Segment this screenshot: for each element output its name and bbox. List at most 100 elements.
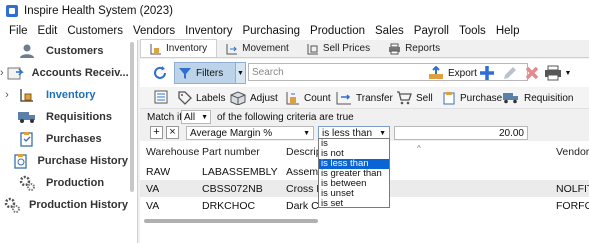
- menu-customers[interactable]: Customers: [62, 25, 128, 37]
- menu-inventory[interactable]: Inventory: [180, 25, 237, 37]
- match-if-label: Match if: [147, 111, 183, 123]
- cell-vendor: FORFOO: [556, 199, 589, 212]
- tab-reports[interactable]: Reports: [379, 40, 449, 57]
- transfer-button[interactable]: Transfer: [336, 89, 393, 107]
- sidebar-item-purchases[interactable]: Purchases: [0, 128, 128, 150]
- window-title: Inspire Health System (2023): [24, 5, 173, 17]
- match-bar: Match if All ▼ of the following criteria…: [140, 109, 589, 125]
- cell-warehouse: VA: [146, 182, 160, 195]
- menu-production[interactable]: Production: [305, 25, 370, 37]
- column-header-vendor[interactable]: Vendor: [556, 141, 589, 163]
- menu-bar: File Edit Customers Vendors Inventory Pu…: [0, 22, 589, 40]
- action-label: Sell: [416, 92, 433, 104]
- tab-label: Inventory: [166, 43, 208, 54]
- sidebar-item-customers[interactable]: Customers: [0, 40, 128, 62]
- add-icon[interactable]: [477, 63, 497, 83]
- edit-pencil-icon[interactable]: [500, 63, 520, 83]
- remove-criteria-button[interactable]: ×: [166, 126, 179, 139]
- transfer-icon: [336, 91, 352, 105]
- sidebar-item-purchase-history[interactable]: Purchase History: [0, 150, 128, 172]
- menu-tools[interactable]: Tools: [454, 25, 491, 37]
- menu-file[interactable]: File: [4, 25, 33, 37]
- delete-x-icon[interactable]: [522, 63, 542, 83]
- tab-label: Movement: [242, 43, 289, 54]
- tab-sell-prices[interactable]: Sell Prices: [298, 40, 379, 57]
- sell-button[interactable]: Sell: [396, 89, 433, 107]
- match-criteria-label: of the following criteria are true: [217, 111, 354, 123]
- export-icon: [428, 66, 444, 80]
- cell-part-number: CBSS072NB: [202, 182, 263, 195]
- cell-part-number: LABASSEMBLY: [202, 165, 278, 178]
- tab-label: Sell Prices: [322, 43, 371, 54]
- title-bar: Inspire Health System (2023): [0, 0, 589, 22]
- filters-label: Filters: [196, 67, 224, 79]
- cell-description: Cross Be: [286, 182, 318, 195]
- add-criteria-button[interactable]: +: [150, 126, 163, 139]
- purchase-button[interactable]: Purchase: [442, 89, 502, 107]
- count-icon: [286, 91, 300, 105]
- expand-chevron-icon[interactable]: ›: [0, 67, 4, 79]
- criteria-operator-value: is less than: [322, 127, 373, 139]
- sidebar-item-production-history[interactable]: Production History: [0, 194, 128, 216]
- cell-warehouse: VA: [146, 199, 160, 212]
- print-icon[interactable]: [543, 63, 563, 83]
- cell-warehouse: RAW: [146, 165, 171, 178]
- movement-icon: [226, 43, 238, 55]
- actions-toolbar: Labels Adjust Count Transfer Sell Purcha…: [140, 87, 589, 109]
- menu-edit[interactable]: Edit: [33, 25, 63, 37]
- clipboard-history-icon: [13, 152, 30, 170]
- sidebar-item-label: Purchases: [46, 133, 102, 145]
- cell-part-number: DRKCHOC: [202, 199, 256, 212]
- truck-icon: [16, 108, 38, 126]
- expand-chevron-icon[interactable]: ›: [0, 89, 14, 101]
- cart-icon: [396, 91, 412, 105]
- tab-strip: Inventory Movement Sell Prices Reports: [140, 39, 589, 58]
- sidebar-item-inventory[interactable]: › Inventory: [0, 84, 128, 106]
- printer-icon: [388, 43, 401, 55]
- export-button[interactable]: Export: [428, 63, 477, 83]
- tab-movement[interactable]: Movement: [217, 40, 298, 57]
- column-header-part-number[interactable]: Part number: [202, 141, 260, 163]
- list-icon-button[interactable]: [154, 89, 168, 107]
- menu-payroll[interactable]: Payroll: [409, 25, 454, 37]
- operator-option-is-set[interactable]: is set: [319, 199, 389, 209]
- adjust-button[interactable]: Adjust: [230, 89, 278, 107]
- print-dropdown-arrow-icon[interactable]: ▼: [562, 63, 574, 83]
- column-header-description[interactable]: Descrip: [286, 141, 322, 163]
- tab-label: Reports: [405, 43, 441, 54]
- action-label: Labels: [196, 92, 226, 104]
- sidebar-item-requisitions[interactable]: Requisitions: [0, 106, 128, 128]
- horizontal-scrollbar[interactable]: [144, 219, 318, 223]
- requisition-button[interactable]: Requisition: [502, 89, 573, 107]
- count-button[interactable]: Count: [286, 89, 331, 107]
- chevron-down-icon: ▼: [201, 113, 208, 121]
- sidebar-item-production[interactable]: Production: [0, 172, 128, 194]
- criteria-field-select[interactable]: Average Margin % ▼: [186, 126, 314, 140]
- sidebar-item-accounts-receivable[interactable]: › Accounts Receiv...: [0, 62, 129, 84]
- tag-icon: [178, 91, 192, 105]
- cell-vendor: NOLFIT: [556, 182, 589, 195]
- clipboard-icon: [16, 130, 38, 148]
- filters-button[interactable]: Filters: [174, 62, 236, 84]
- main-toolbar: Filters ▼ Export ▼: [140, 59, 589, 87]
- cell-description: Assemb: [286, 165, 318, 178]
- filter-funnel-icon: [178, 66, 192, 80]
- sidebar-scrollbar[interactable]: [130, 42, 134, 192]
- operator-dropdown-list: is is not is less than is greater than i…: [318, 138, 390, 209]
- menu-help[interactable]: Help: [491, 25, 525, 37]
- gear-history-icon: [3, 196, 21, 214]
- menu-sales[interactable]: Sales: [370, 25, 409, 37]
- menu-purchasing[interactable]: Purchasing: [237, 25, 305, 37]
- match-mode-select[interactable]: All ▼: [181, 110, 211, 124]
- inventory-icon: [16, 86, 38, 104]
- sidebar-item-label: Inventory: [46, 89, 96, 101]
- action-label: Adjust: [250, 92, 278, 104]
- criteria-value-input[interactable]: 20.00: [394, 126, 528, 140]
- labels-button[interactable]: Labels: [178, 89, 225, 107]
- menu-vendors[interactable]: Vendors: [128, 25, 180, 37]
- column-header-warehouse[interactable]: Warehouse: [146, 141, 199, 163]
- customers-icon: [16, 42, 38, 60]
- app-logo-icon: [6, 5, 18, 17]
- tab-inventory[interactable]: Inventory: [140, 39, 218, 57]
- refresh-icon[interactable]: [152, 65, 168, 84]
